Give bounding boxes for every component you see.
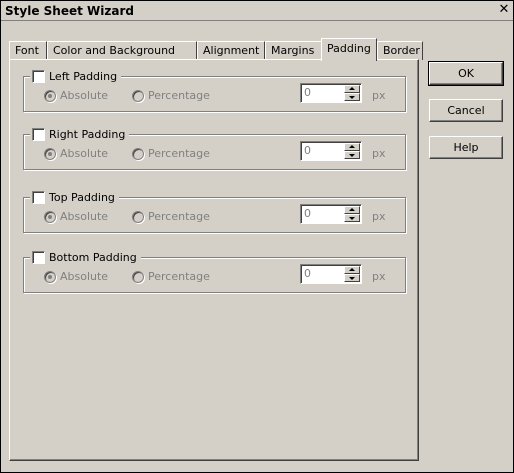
unit-label: px	[372, 270, 386, 283]
radio-icon[interactable]	[44, 89, 56, 102]
left-padding-group: Left Padding Absolute Percentage 0 px	[23, 69, 406, 112]
bottom-padding-label: Bottom Padding	[49, 251, 137, 264]
bottom-padding-value-spinner[interactable]: 0	[300, 264, 362, 284]
bottom-padding-checkbox[interactable]	[32, 251, 45, 264]
help-button[interactable]: Help	[429, 136, 503, 159]
spin-up-icon[interactable]	[344, 143, 360, 151]
spinner-value: 0	[304, 144, 311, 157]
close-icon[interactable]: ✕	[497, 3, 511, 17]
cancel-button[interactable]: Cancel	[429, 99, 503, 122]
radio-icon[interactable]	[132, 210, 144, 223]
right-padding-value-spinner[interactable]: 0	[300, 141, 362, 161]
top-padding-value-spinner[interactable]: 0	[300, 204, 362, 224]
top-padding-absolute-option[interactable]: Absolute	[44, 210, 108, 223]
left-padding-percentage-option[interactable]: Percentage	[132, 89, 210, 102]
unit-label: px	[372, 89, 386, 102]
tab-font[interactable]: Font	[9, 41, 47, 60]
top-padding-group: Top Padding Absolute Percentage 0 px	[23, 190, 406, 233]
right-padding-checkbox[interactable]	[32, 128, 45, 141]
unit-label: px	[372, 210, 386, 223]
spinner-value: 0	[304, 86, 311, 99]
spin-down-icon[interactable]	[344, 274, 360, 282]
bottom-padding-group: Bottom Padding Absolute Percentage 0 px	[23, 250, 406, 293]
left-padding-value-spinner[interactable]: 0	[300, 83, 362, 103]
tab-padding[interactable]: Padding	[321, 38, 377, 61]
bottom-padding-absolute-option[interactable]: Absolute	[44, 270, 108, 283]
left-padding-label: Left Padding	[49, 70, 118, 83]
spin-up-icon[interactable]	[344, 85, 360, 93]
top-padding-label: Top Padding	[49, 191, 115, 204]
unit-label: px	[372, 147, 386, 160]
top-padding-checkbox[interactable]	[32, 191, 45, 204]
spin-down-icon[interactable]	[344, 151, 360, 159]
right-padding-absolute-option[interactable]: Absolute	[44, 147, 108, 160]
spin-down-icon[interactable]	[344, 93, 360, 101]
tab-color-and-background[interactable]: Color and Background	[47, 41, 197, 60]
right-padding-percentage-option[interactable]: Percentage	[132, 147, 210, 160]
tab-margins[interactable]: Margins	[265, 41, 323, 60]
spinner-value: 0	[304, 267, 311, 280]
style-sheet-wizard-dialog: Style Sheet Wizard ✕ Font Color and Back…	[0, 0, 514, 473]
radio-icon[interactable]	[44, 270, 56, 283]
radio-icon[interactable]	[132, 147, 144, 160]
spin-up-icon[interactable]	[344, 206, 360, 214]
top-padding-percentage-option[interactable]: Percentage	[132, 210, 210, 223]
bottom-padding-percentage-option[interactable]: Percentage	[132, 270, 210, 283]
right-padding-group: Right Padding Absolute Percentage 0 px	[23, 127, 406, 170]
title-bar: Style Sheet Wizard ✕	[1, 1, 513, 21]
window-title: Style Sheet Wizard	[5, 4, 134, 18]
spin-up-icon[interactable]	[344, 266, 360, 274]
radio-icon[interactable]	[44, 210, 56, 223]
right-padding-label: Right Padding	[49, 128, 126, 141]
spinner-value: 0	[304, 207, 311, 220]
tab-strip: Font Color and Background Alignment Marg…	[9, 38, 423, 61]
tab-alignment[interactable]: Alignment	[197, 41, 265, 60]
radio-icon[interactable]	[132, 89, 144, 102]
left-padding-checkbox[interactable]	[32, 70, 45, 83]
ok-button[interactable]: OK	[428, 61, 504, 86]
left-padding-absolute-option[interactable]: Absolute	[44, 89, 108, 102]
radio-icon[interactable]	[44, 147, 56, 160]
spin-down-icon[interactable]	[344, 214, 360, 222]
radio-icon[interactable]	[132, 270, 144, 283]
tab-border[interactable]: Border	[377, 41, 423, 60]
